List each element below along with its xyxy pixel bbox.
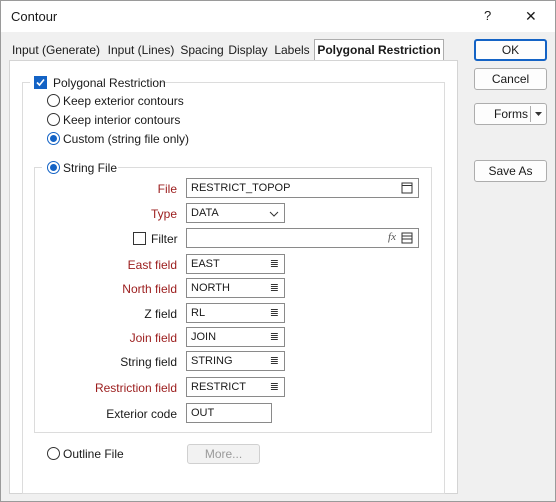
field-list-icon[interactable]: ≣ bbox=[270, 354, 279, 367]
field-list-icon[interactable]: ≣ bbox=[270, 330, 279, 343]
restriction-field-input[interactable]: RESTRICT ≣ bbox=[186, 377, 285, 397]
keep-exterior-radio[interactable] bbox=[47, 94, 60, 107]
checkmark-icon bbox=[36, 78, 45, 87]
ok-button[interactable]: OK bbox=[474, 39, 547, 61]
field-list-icon[interactable]: ≣ bbox=[270, 281, 279, 294]
string-file-label: String File bbox=[63, 161, 118, 175]
polygonal-restriction-checkbox[interactable] bbox=[34, 76, 47, 89]
type-select[interactable]: DATA bbox=[186, 203, 285, 223]
restriction-field-value: RESTRICT bbox=[191, 381, 246, 393]
restriction-field-label: Restriction field bbox=[94, 381, 177, 395]
string-field-value: STRING bbox=[191, 355, 233, 367]
east-field-input[interactable]: EAST ≣ bbox=[186, 254, 285, 274]
z-field-value: RL bbox=[191, 307, 206, 319]
more-button[interactable]: More... bbox=[187, 444, 260, 464]
z-field-label: Z field bbox=[144, 307, 177, 321]
filter-editor-icon[interactable] bbox=[401, 232, 413, 244]
dropdown-arrow-icon[interactable] bbox=[534, 110, 543, 119]
north-field-label: North field bbox=[122, 282, 177, 296]
file-value: RESTRICT_TOPOP bbox=[191, 182, 291, 194]
exterior-code-label: Exterior code bbox=[106, 407, 177, 421]
tab-labels[interactable]: Labels bbox=[271, 41, 313, 61]
tab-display[interactable]: Display bbox=[227, 41, 269, 61]
forms-button[interactable]: Forms bbox=[474, 103, 547, 125]
function-icon[interactable]: fx bbox=[388, 231, 396, 243]
file-input[interactable]: RESTRICT_TOPOP bbox=[186, 178, 419, 198]
chevron-down-icon bbox=[269, 211, 279, 217]
tab-spacing[interactable]: Spacing bbox=[179, 41, 225, 61]
north-field-input[interactable]: NORTH ≣ bbox=[186, 278, 285, 298]
outline-file-label: Outline File bbox=[63, 447, 124, 461]
title-bar: Contour ? ✕ bbox=[1, 1, 555, 32]
exterior-code-input[interactable]: OUT bbox=[186, 403, 272, 423]
string-field-label: String field bbox=[120, 355, 177, 369]
string-field-input[interactable]: STRING ≣ bbox=[186, 351, 285, 371]
filter-input[interactable]: fx bbox=[186, 228, 419, 248]
outline-file-radio[interactable] bbox=[47, 447, 60, 460]
save-as-button[interactable]: Save As bbox=[474, 160, 547, 182]
tab-input-generate[interactable]: Input (Generate) bbox=[9, 41, 103, 61]
file-browse-icon[interactable] bbox=[401, 182, 413, 194]
field-list-icon[interactable]: ≣ bbox=[270, 306, 279, 319]
close-button[interactable]: ✕ bbox=[525, 8, 537, 25]
tab-input-lines[interactable]: Input (Lines) bbox=[105, 41, 177, 61]
filter-checkbox[interactable] bbox=[133, 232, 146, 245]
type-value: DATA bbox=[191, 207, 219, 219]
custom-string-file-radio[interactable] bbox=[47, 132, 60, 145]
contour-dialog: Contour ? ✕ Input (Generate) Input (Line… bbox=[0, 0, 556, 502]
cancel-button[interactable]: Cancel bbox=[474, 68, 547, 90]
join-field-label: Join field bbox=[129, 331, 177, 345]
join-field-input[interactable]: JOIN ≣ bbox=[186, 327, 285, 347]
window-title: Contour bbox=[11, 9, 58, 24]
forms-label: Forms bbox=[494, 107, 528, 121]
string-file-radio[interactable] bbox=[47, 161, 60, 174]
east-field-value: EAST bbox=[191, 258, 220, 270]
file-label: File bbox=[157, 182, 177, 196]
join-field-value: JOIN bbox=[191, 331, 217, 343]
tab-panel: Polygonal Restriction Keep exterior cont… bbox=[9, 60, 458, 494]
keep-exterior-label: Keep exterior contours bbox=[63, 94, 184, 108]
help-button[interactable]: ? bbox=[484, 8, 491, 23]
custom-string-file-label: Custom (string file only) bbox=[63, 132, 190, 146]
tab-polygonal-restriction[interactable]: Polygonal Restriction bbox=[314, 39, 444, 61]
keep-interior-label: Keep interior contours bbox=[63, 113, 181, 127]
field-list-icon[interactable]: ≣ bbox=[270, 257, 279, 270]
field-list-icon[interactable]: ≣ bbox=[270, 380, 279, 393]
keep-interior-radio[interactable] bbox=[47, 113, 60, 126]
z-field-input[interactable]: RL ≣ bbox=[186, 303, 285, 323]
exterior-code-value: OUT bbox=[191, 407, 215, 419]
east-field-label: East field bbox=[127, 258, 177, 272]
filter-label: Filter bbox=[151, 232, 178, 246]
type-label: Type bbox=[150, 207, 177, 221]
polygonal-restriction-label: Polygonal Restriction bbox=[53, 76, 166, 90]
north-field-value: NORTH bbox=[191, 282, 230, 294]
